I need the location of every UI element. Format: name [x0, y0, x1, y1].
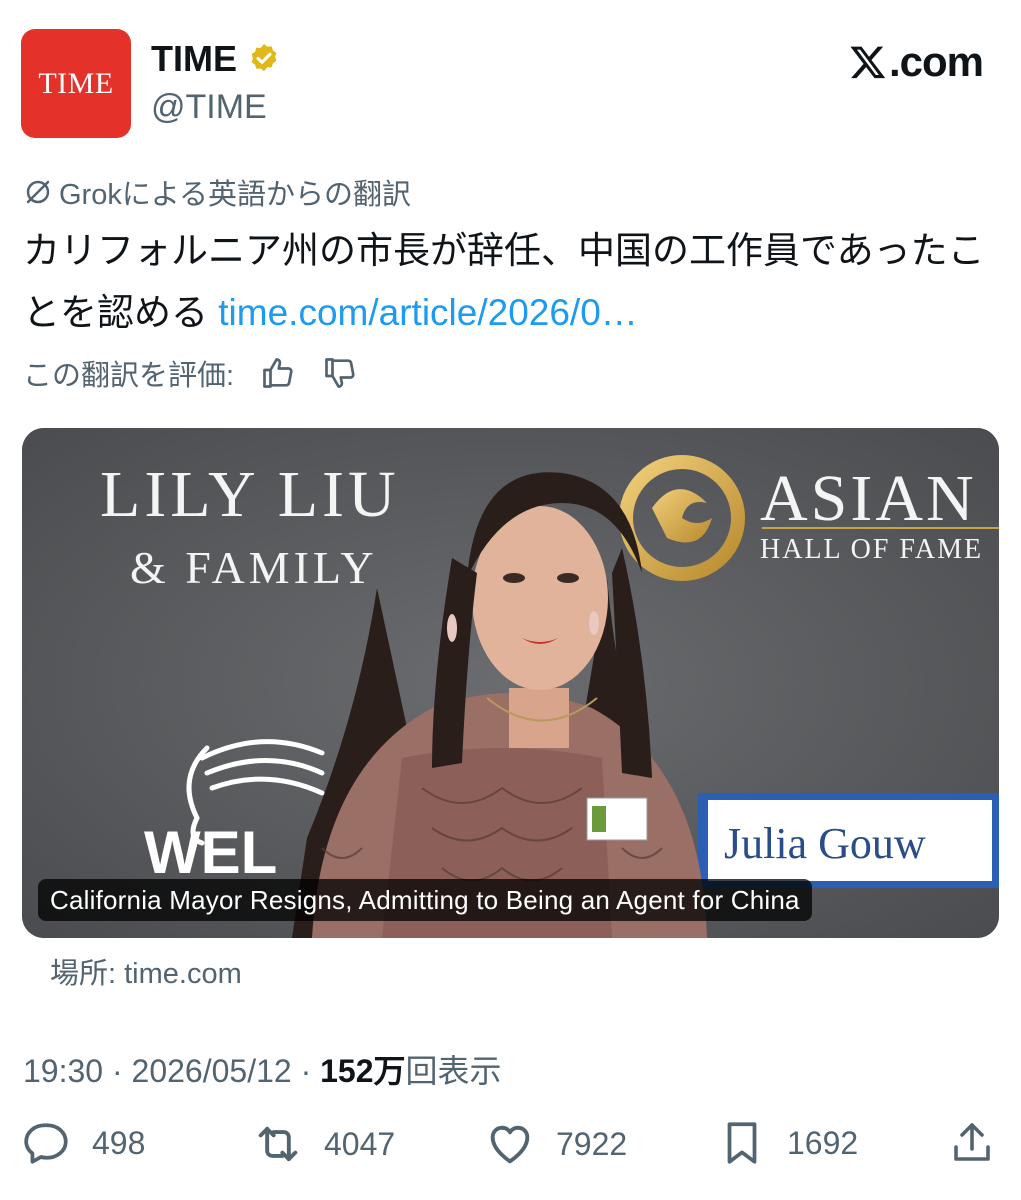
bookmark-count: 1692 — [787, 1124, 859, 1161]
action-bar: 498 4047 7922 1692 — [0, 1118, 1021, 1178]
card-source[interactable]: 場所: time.com — [50, 950, 242, 992]
thumbs-down-icon[interactable] — [322, 355, 358, 391]
x-logo-icon — [850, 46, 886, 79]
account-name[interactable]: TIME — [151, 38, 281, 80]
reply-count: 498 — [92, 1124, 146, 1161]
bookmark-icon — [727, 1122, 757, 1164]
grok-icon — [26, 180, 50, 204]
avatar-text: TIME — [38, 66, 114, 100]
heart-icon — [490, 1125, 530, 1164]
site-label: .com — [888, 38, 984, 85]
views-count: 152万 — [320, 1053, 406, 1089]
account-handle[interactable]: @TIME — [151, 88, 267, 127]
meta-separator: · — [291, 1053, 321, 1089]
reply-button[interactable]: 498 — [22, 1118, 145, 1168]
x-com-logo: .com — [849, 38, 984, 86]
like-count: 7922 — [556, 1125, 628, 1162]
grok-translation-label[interactable]: Grokによる英語からの翻訳 — [23, 171, 411, 213]
backdrop-julia: Julia Gouw — [724, 819, 926, 868]
article-card[interactable]: LILY LIU & FAMILY ASIAN HALL OF FAME WEL… — [22, 428, 999, 938]
repost-count: 4047 — [324, 1125, 396, 1162]
backdrop-lily-line2: & FAMILY — [130, 542, 378, 593]
backdrop-lily-line1: LILY LIU — [100, 458, 400, 531]
article-link[interactable]: time.com/article/2026/0… — [218, 292, 638, 333]
tweet-meta: 19:30 · 2026/05/12 · 152万回表示 — [23, 1046, 502, 1092]
tweet-time[interactable]: 19:30 — [23, 1053, 103, 1089]
repost-button[interactable]: 4047 — [252, 1118, 395, 1170]
thumbs-up-icon[interactable] — [260, 355, 296, 391]
time-avatar[interactable]: TIME — [21, 29, 131, 138]
reply-icon — [24, 1123, 68, 1164]
share-button[interactable] — [948, 1118, 996, 1168]
tweet-text: カリフォルニア州の市長が辞任、中国の工作員であったことを認める time.com… — [23, 220, 1003, 344]
grok-translation-text: Grokによる英語からの翻訳 — [59, 179, 411, 211]
account-name-text: TIME — [151, 38, 237, 79]
backdrop-wel: WEL — [144, 819, 277, 886]
card-caption: California Mayor Resigns, Admitting to B… — [38, 879, 812, 921]
article-image: LILY LIU & FAMILY ASIAN HALL OF FAME WEL… — [22, 428, 999, 938]
verified-badge-icon — [251, 44, 277, 72]
rate-label: この翻訳を評価: — [23, 360, 235, 392]
backdrop-asian-line2: HALL OF FAME — [760, 534, 983, 565]
like-button[interactable]: 7922 — [484, 1118, 627, 1170]
tweet-date[interactable]: 2026/05/12 — [132, 1053, 292, 1089]
translation-rating: この翻訳を評価: — [23, 352, 358, 394]
bookmark-button[interactable]: 1692 — [717, 1118, 858, 1168]
repost-icon — [258, 1126, 298, 1162]
views-label: 回表示 — [405, 1053, 502, 1089]
backdrop-asian-line1: ASIAN — [760, 462, 977, 535]
share-icon — [954, 1123, 990, 1161]
meta-separator: · — [103, 1053, 132, 1089]
